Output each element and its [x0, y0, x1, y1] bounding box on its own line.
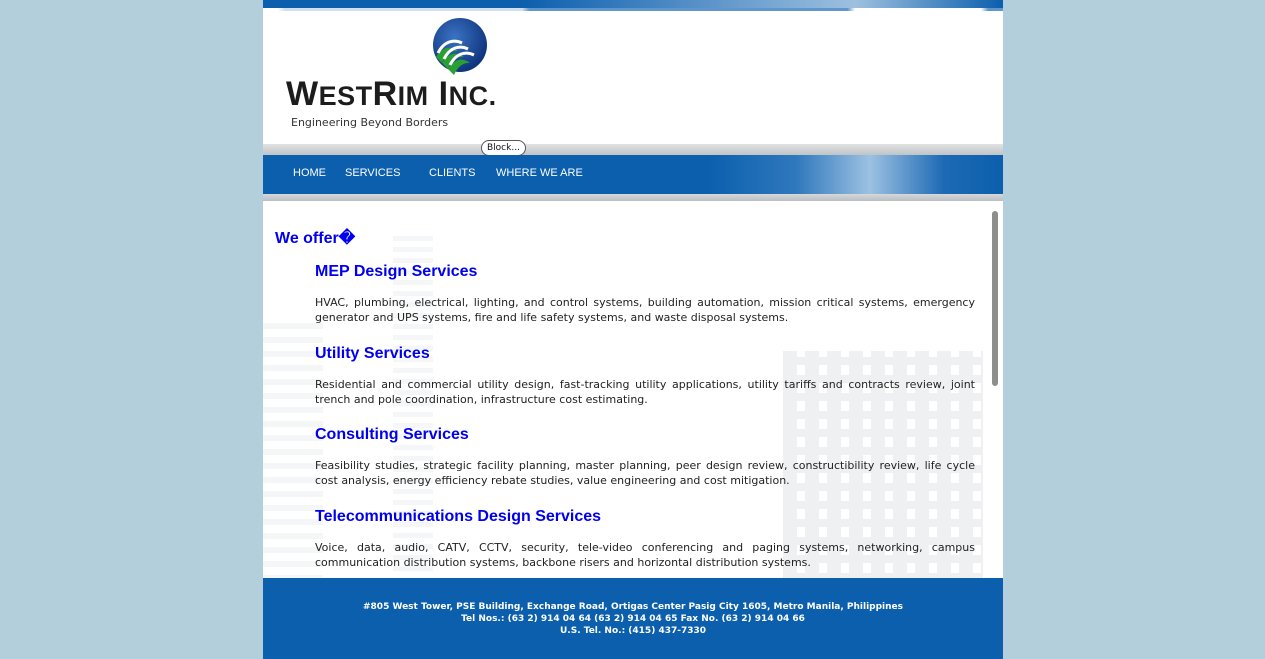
- service-description: Residential and commercial utility desig…: [315, 378, 975, 406]
- service-description: HVAC, plumbing, electrical, lighting, an…: [315, 296, 975, 324]
- footer-address: #805 West Tower, PSE Building, Exchange …: [363, 602, 903, 612]
- globe-logo-icon: [433, 18, 487, 75]
- block-tooltip[interactable]: Block...: [481, 140, 526, 156]
- service-section: Consulting Services Feasibility studies,…: [315, 426, 975, 488]
- logo-letter: R: [372, 75, 398, 113]
- company-tagline: Engineering Beyond Borders: [291, 116, 449, 129]
- logo-letters: EST: [318, 81, 373, 111]
- company-name-logo: WESTRIM INC.: [286, 75, 497, 114]
- service-description: Feasibility studies, strategic facility …: [315, 459, 975, 487]
- service-section: MEP Design Services HVAC, plumbing, elec…: [315, 263, 975, 325]
- service-title: Telecommunications Design Services: [315, 508, 602, 525]
- nav-where-we-are[interactable]: WHERE WE ARE: [496, 167, 583, 179]
- nav-clients[interactable]: CLIENTS: [429, 167, 475, 179]
- main-navigation: HOME SERVICES CLIENTS WHERE WE ARE: [263, 155, 1003, 194]
- site-header: WESTRIM INC. Engineering Beyond Borders: [263, 11, 1003, 145]
- logo-letter: W: [286, 75, 319, 113]
- site-footer: #805 West Tower, PSE Building, Exchange …: [263, 578, 1003, 659]
- service-title: Consulting Services: [315, 426, 469, 443]
- background-building-image: [263, 321, 323, 578]
- logo-letters: IM: [397, 81, 429, 111]
- scrollbar-thumb[interactable]: [992, 211, 998, 386]
- main-content-frame[interactable]: We offer� MEP Design Services HVAC, plum…: [263, 201, 1003, 578]
- service-description: Voice, data, audio, CATV, CCTV, security…: [315, 541, 975, 569]
- logo-letters: NC.: [448, 81, 497, 111]
- page-heading: We offer�: [275, 230, 356, 247]
- nav-services[interactable]: SERVICES: [345, 167, 400, 179]
- footer-us-phone: U.S. Tel. No.: (415) 437-7330: [559, 626, 707, 636]
- navigation-divider: [263, 194, 1003, 201]
- nav-home[interactable]: HOME: [293, 167, 326, 179]
- service-title: MEP Design Services: [315, 263, 478, 280]
- content-scrollbar[interactable]: [990, 209, 1000, 577]
- page-container: WESTRIM INC. Engineering Beyond Borders …: [263, 0, 1003, 659]
- header-divider-band: [263, 144, 1003, 155]
- service-title: Utility Services: [315, 345, 430, 362]
- logo-letter: I: [428, 75, 449, 113]
- footer-phone: Tel Nos.: (63 2) 914 04 64 (63 2) 914 04…: [461, 614, 805, 624]
- service-section: Utility Services Residential and commerc…: [315, 345, 975, 407]
- top-accent-strip: [263, 0, 1003, 8]
- service-section: Telecommunications Design Services Voice…: [315, 508, 975, 570]
